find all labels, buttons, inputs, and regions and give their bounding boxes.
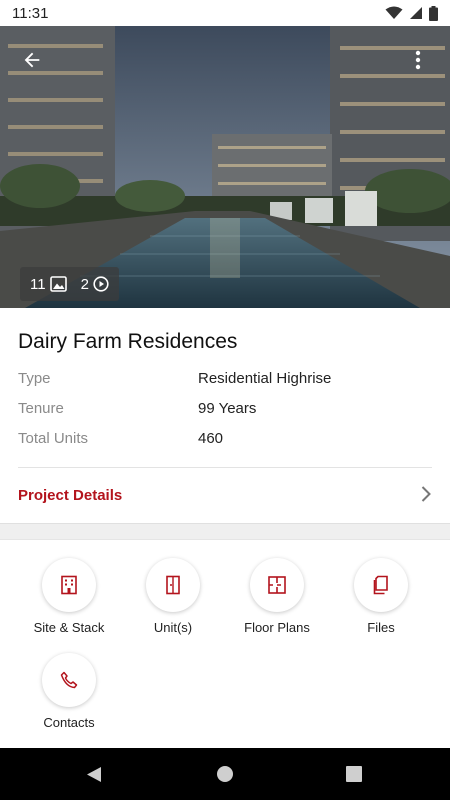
floor-plans-button[interactable]: Floor Plans — [225, 540, 329, 635]
detail-key: Tenure — [18, 400, 64, 417]
arrow-left-icon — [24, 52, 40, 68]
detail-value: 460 — [198, 430, 224, 447]
files-button[interactable]: Files — [329, 540, 433, 635]
more-options-button[interactable] — [400, 42, 436, 78]
project-details-link[interactable]: Project Details — [0, 468, 450, 523]
hero-photo — [0, 26, 450, 308]
project-info: Dairy Farm Residences Type Residential H… — [0, 308, 450, 523]
phone-icon — [60, 671, 78, 689]
system-nav-bar — [0, 748, 450, 800]
image-icon — [49, 276, 67, 292]
action-icon-circle — [42, 558, 96, 612]
wifi-icon — [385, 6, 403, 19]
detail-key: Type — [18, 370, 51, 387]
project-title: Dairy Farm Residences — [18, 330, 238, 353]
action-icon-circle — [42, 653, 96, 707]
more-vert-icon — [415, 50, 421, 70]
units-button[interactable]: Unit(s) — [121, 540, 225, 635]
building-icon — [61, 575, 77, 595]
site-stack-button[interactable]: Site & Stack — [17, 540, 121, 635]
action-icon-circle — [146, 558, 200, 612]
signal-icon — [410, 7, 422, 19]
action-icon-circle — [354, 558, 408, 612]
back-button[interactable] — [14, 42, 50, 78]
hero-image[interactable]: 11 2 — [0, 26, 450, 308]
door-icon — [166, 575, 180, 595]
nav-recents-icon[interactable] — [346, 766, 362, 782]
action-label: Contacts — [43, 715, 95, 730]
photos-count: 11 — [30, 275, 46, 293]
nav-home-icon[interactable] — [216, 765, 234, 783]
action-label: Files — [367, 620, 395, 635]
detail-key: Total Units — [18, 430, 89, 447]
play-circle-icon — [93, 276, 109, 292]
contacts-button[interactable]: Contacts — [17, 635, 121, 730]
action-label: Site & Stack — [33, 620, 105, 635]
detail-value: Residential Highrise — [198, 370, 332, 387]
status-bar: 11:31 — [0, 0, 450, 26]
action-label: Unit(s) — [153, 620, 193, 635]
action-icon-circle — [250, 558, 304, 612]
detail-value: 99 Years — [198, 400, 257, 417]
section-separator — [0, 523, 450, 540]
videos-count: 2 — [80, 275, 89, 293]
status-time: 11:31 — [12, 4, 49, 22]
floor-plan-icon — [268, 576, 286, 594]
project-details-label: Project Details — [18, 487, 123, 504]
nav-back-icon[interactable] — [86, 766, 102, 783]
media-count-badge[interactable]: 11 2 — [20, 267, 119, 301]
action-label: Floor Plans — [244, 620, 310, 635]
action-grid: Site & Stack Unit(s) Floor Plans Files C… — [0, 540, 450, 748]
chevron-right-icon — [421, 486, 431, 502]
status-icons — [385, 5, 438, 21]
battery-icon — [429, 5, 438, 21]
files-icon — [373, 575, 388, 595]
